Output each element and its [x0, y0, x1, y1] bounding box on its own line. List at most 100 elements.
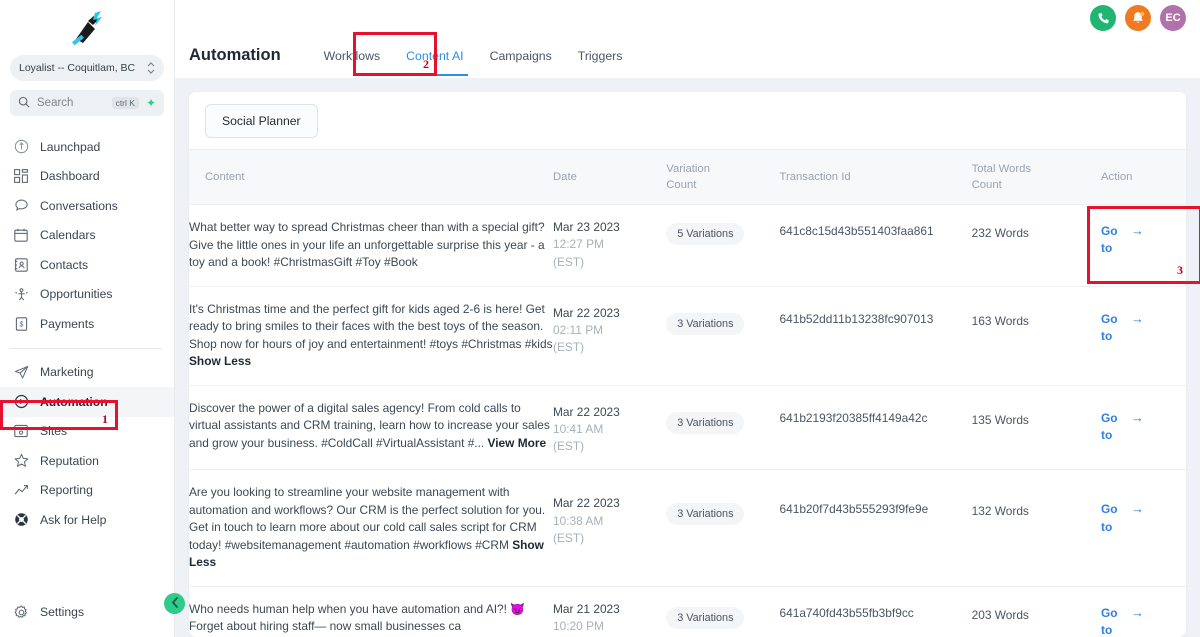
- tab-content-ai[interactable]: Content AI: [393, 49, 476, 76]
- sidebar-item-ask-for-help[interactable]: Ask for Help: [0, 505, 174, 535]
- arrow-right-icon: →: [1131, 409, 1145, 425]
- content-text: What better way to spread Christmas chee…: [189, 220, 545, 270]
- page-title: Automation: [189, 46, 281, 64]
- sidebar-item-label: Contacts: [40, 257, 89, 272]
- search-input[interactable]: Search ctrl K ✦: [10, 90, 164, 116]
- topbar-icons: EC: [1090, 5, 1186, 31]
- table-row[interactable]: Who needs human help when you have autom…: [189, 586, 1186, 637]
- app-logo[interactable]: [0, 0, 174, 55]
- bell-icon[interactable]: [1125, 5, 1151, 31]
- timezone-value: (EST): [553, 340, 585, 355]
- table-row[interactable]: What better way to spread Christmas chee…: [189, 204, 1186, 287]
- content-toggle[interactable]: Show Less: [189, 354, 251, 368]
- sidebar-item-automation[interactable]: Automation: [0, 387, 174, 417]
- cell-action: Go to →: [1101, 286, 1186, 386]
- goto-label: Go to: [1101, 410, 1118, 442]
- tab-workflows[interactable]: Workflows: [311, 49, 393, 63]
- logo-icon: [64, 9, 110, 47]
- sidebar-item-payments[interactable]: $ Payments: [0, 309, 174, 339]
- cell-words: 163 Words: [971, 286, 1102, 386]
- table-header-row: Content Date Variation Count Transaction …: [189, 148, 1186, 206]
- variation-count-badge: 3 Variations: [666, 312, 745, 335]
- cell-content: Discover the power of a digital sales ag…: [189, 385, 554, 471]
- sidebar-item-sites[interactable]: Sites: [0, 417, 174, 447]
- cell-content: Who needs human help when you have autom…: [189, 586, 554, 637]
- cell-variations: 3 Variations: [666, 586, 780, 637]
- sidebar-item-launchpad[interactable]: Launchpad: [0, 132, 174, 162]
- variation-count-badge: 3 Variations: [666, 411, 745, 434]
- annotation-number-1: 1: [102, 412, 108, 426]
- sidebar-item-label: Settings: [40, 605, 85, 620]
- time-value: 02:11 PM: [553, 322, 604, 337]
- sidebar-item-label: Conversations: [40, 198, 118, 213]
- content-text: It's Christmas time and the perfect gift…: [189, 301, 553, 351]
- social-planner-button[interactable]: Social Planner: [205, 104, 318, 138]
- table-row[interactable]: Discover the power of a digital sales ag…: [189, 385, 1186, 471]
- cell-variations: 5 Variations: [666, 204, 780, 287]
- sidebar-item-opportunities[interactable]: Opportunities: [0, 280, 174, 310]
- star-icon: [13, 453, 29, 469]
- sparkle-icon[interactable]: ✦: [146, 97, 156, 109]
- phone-icon[interactable]: [1090, 5, 1116, 31]
- col-header-date: Date: [553, 148, 667, 206]
- goto-action-row-4[interactable]: Go to →: [1101, 501, 1186, 536]
- cell-words: 132 Words: [971, 469, 1102, 587]
- date-value: Mar 22 2023: [553, 496, 620, 511]
- paper-plane-icon: [13, 364, 29, 380]
- sidebar-item-label: Reputation: [40, 453, 99, 468]
- sidebar-item-reporting[interactable]: Reporting: [0, 476, 174, 506]
- time-value: 12:27 PM: [553, 237, 604, 252]
- arrow-right-icon: →: [1131, 604, 1145, 620]
- sidebar-item-marketing[interactable]: Marketing: [0, 358, 174, 388]
- time-value: 10:41 AM: [553, 421, 604, 436]
- sidebar-item-conversations[interactable]: Conversations: [0, 191, 174, 221]
- sidebar-item-contacts[interactable]: Contacts: [0, 250, 174, 280]
- gear-icon: [13, 604, 29, 620]
- content-text: Who needs human help when you have autom…: [189, 601, 526, 634]
- table-row[interactable]: It's Christmas time and the perfect gift…: [189, 286, 1186, 386]
- sidebar-item-label: Dashboard: [40, 169, 100, 184]
- svg-text:$: $: [19, 321, 23, 328]
- sidebar-item-settings[interactable]: Settings: [0, 598, 174, 628]
- cell-words: 232 Words: [971, 204, 1102, 287]
- annotation-number-3: 3: [1177, 263, 1183, 277]
- col-header-transaction-id: Transaction Id: [779, 148, 972, 206]
- sidebar: Loyalist -- Coquitlam, BC Search ctrl K …: [0, 0, 185, 637]
- cell-transaction-id: 641c8c15d43b551403faa861: [779, 204, 972, 287]
- sidebar-item-dashboard[interactable]: Dashboard: [0, 162, 174, 192]
- cell-content: Are you looking to streamline your websi…: [189, 469, 554, 587]
- content-card: Social Planner Content Date Variation Cou…: [189, 92, 1186, 637]
- cell-transaction-id: 641a740fd43b55fb3bf9cc: [779, 586, 972, 637]
- trend-up-icon: [13, 482, 29, 498]
- cell-action: Go to →: [1101, 469, 1186, 587]
- goto-action-row-5[interactable]: Go to →: [1101, 605, 1186, 637]
- sidebar-collapse-button[interactable]: [164, 593, 185, 614]
- transaction-id-value: 641a740fd43b55fb3bf9cc: [779, 605, 914, 620]
- total-words-value: 135 Words: [971, 412, 1029, 427]
- cell-date: Mar 22 2023 10:38 AM (EST): [553, 469, 667, 587]
- avatar-initials: EC: [1165, 12, 1181, 24]
- transaction-id-value: 641b2193f20385ff4149a42c: [779, 410, 928, 425]
- content-toggle[interactable]: View More: [488, 436, 547, 450]
- sidebar-item-label: Payments: [40, 316, 95, 331]
- avatar[interactable]: EC: [1160, 5, 1186, 31]
- tab-campaigns[interactable]: Campaigns: [477, 49, 565, 63]
- goto-action-row-1[interactable]: Go to →: [1101, 223, 1186, 258]
- location-selector[interactable]: Loyalist -- Coquitlam, BC: [10, 55, 164, 81]
- sidebar-item-reputation[interactable]: Reputation: [0, 446, 174, 476]
- calendar-icon: [13, 227, 29, 243]
- sidebar-item-calendars[interactable]: Calendars: [0, 221, 174, 251]
- timezone-value: (EST): [553, 530, 585, 545]
- sidebar-item-label: Marketing: [40, 365, 94, 380]
- cell-content: It's Christmas time and the perfect gift…: [189, 286, 554, 386]
- goto-action-row-2[interactable]: Go to →: [1101, 311, 1186, 346]
- tab-triggers[interactable]: Triggers: [565, 49, 636, 63]
- goto-label: Go to: [1101, 605, 1118, 637]
- col-header-total-words-count: Total Words Count: [971, 148, 1102, 206]
- goto-action-row-3[interactable]: Go to →: [1101, 410, 1186, 445]
- transaction-id-value: 641b52dd11b13238fc907013: [779, 311, 934, 326]
- table-row[interactable]: Are you looking to streamline your websi…: [189, 469, 1186, 587]
- date-value: Mar 22 2023: [553, 305, 620, 320]
- search-shortcut-badge: ctrl K: [111, 96, 139, 110]
- card-header: Social Planner: [189, 92, 1186, 149]
